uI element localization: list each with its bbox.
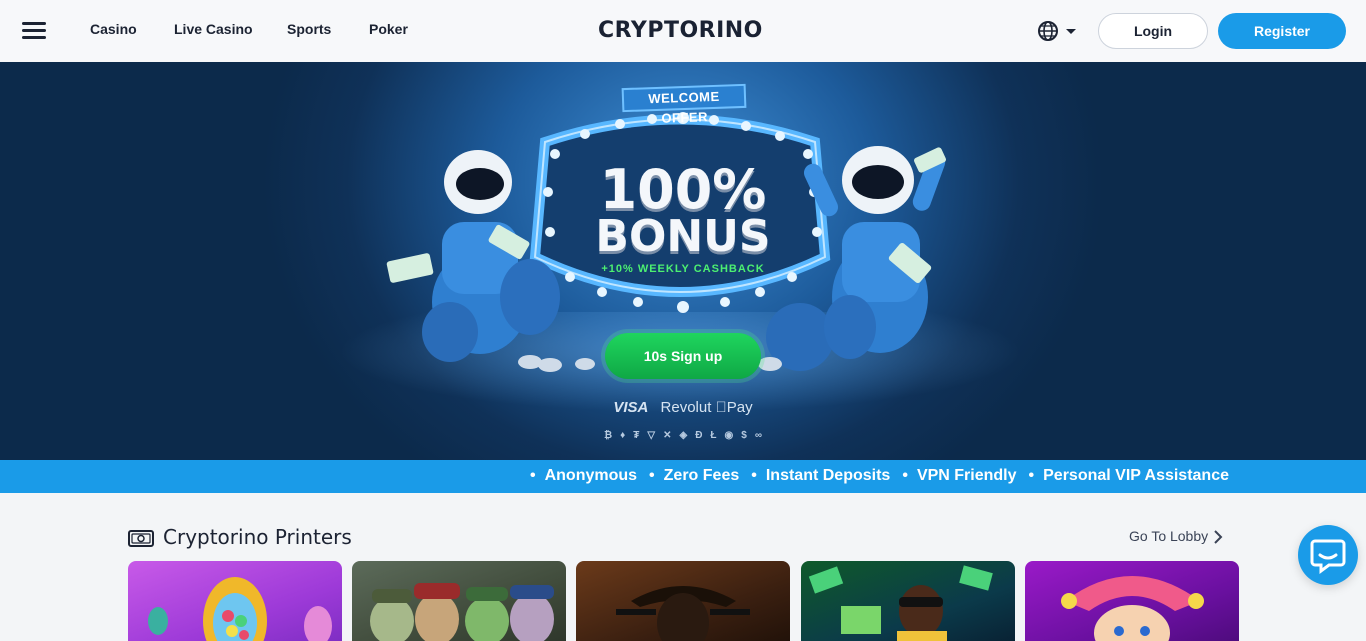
game-thumbnail-egg <box>148 577 332 641</box>
globe-icon <box>1038 21 1076 41</box>
chevron-right-icon[interactable] <box>1212 530 1224 544</box>
dogecoin-icon: Ð <box>695 430 703 441</box>
login-button[interactable]: Login <box>1098 13 1208 49</box>
litecoin-icon: Ł <box>710 430 717 441</box>
go-to-lobby-link[interactable]: Go To Lobby <box>1129 528 1208 544</box>
feature-vpn-friendly: VPN Friendly <box>902 467 1017 485</box>
nav-poker[interactable]: Poker <box>369 21 408 37</box>
game-card-4[interactable] <box>801 561 1015 641</box>
bitcoin-icon: ₿ <box>604 430 613 441</box>
shiba-icon: ◉ <box>724 430 734 441</box>
top-header: Casino Live Casino Sports Poker CRYPTORI… <box>0 0 1366 62</box>
live-chat-button[interactable] <box>1298 525 1358 585</box>
usdc-icon: $ <box>741 430 747 441</box>
game-card-3[interactable] <box>576 561 790 641</box>
tether-icon: ₮ <box>633 430 640 441</box>
bnb-icon: ◈ <box>679 430 688 441</box>
language-selector[interactable] <box>1036 19 1078 43</box>
game-thumbnail-cowboy <box>616 586 750 641</box>
apple-icon:  <box>716 399 727 416</box>
game-card-1[interactable] <box>128 561 342 641</box>
game-thumbnail-jester <box>1061 576 1204 641</box>
feature-zero-fees: Zero Fees <box>649 467 740 485</box>
nav-sports[interactable]: Sports <box>287 21 331 37</box>
welcome-offer-ribbon: WELCOME OFFER <box>621 83 747 126</box>
apple-pay-label: Pay <box>721 399 753 416</box>
signup-button[interactable]: 10s Sign up <box>605 333 761 379</box>
game-card-2[interactable] <box>352 561 566 641</box>
feature-vip-assistance: Personal VIP Assistance <box>1029 467 1229 485</box>
feature-instant-deposits: Instant Deposits <box>751 467 890 485</box>
bonus-word: BONUS <box>595 211 771 262</box>
ripple-icon: ✕ <box>663 430 672 441</box>
visa-label: VISA <box>613 399 649 416</box>
features-strip: Anonymous Zero Fees Instant Deposits VPN… <box>0 460 1366 493</box>
money-icon <box>128 530 154 547</box>
feature-anonymous: Anonymous <box>530 467 637 485</box>
bonus-percent: 100% <box>599 158 767 221</box>
tron-icon: ▽ <box>647 430 656 441</box>
site-logo[interactable]: CRYPTORINO <box>598 18 763 43</box>
bonus-subtitle: +10% WEEKLY CASHBACK <box>601 263 765 275</box>
revolut-label: Revolut <box>660 399 712 416</box>
game-thumbnail-money <box>808 565 993 641</box>
nav-live-casino[interactable]: Live Casino <box>174 21 253 37</box>
crypto-icons-row: ₿ ♦ ₮ ▽ ✕ ◈ Ð Ł ◉ $ ∞ <box>570 430 796 441</box>
register-button[interactable]: Register <box>1218 13 1346 49</box>
menu-icon[interactable] <box>22 20 48 40</box>
chat-icon <box>1310 539 1346 574</box>
hero-banner[interactable]: WELCOME OFFER 100% BONUS +10% WEEKLY CAS… <box>0 62 1366 460</box>
nav-casino[interactable]: Casino <box>90 21 137 37</box>
game-thumbnail-soldiers <box>370 583 554 641</box>
ethereum-icon: ♦ <box>620 430 626 441</box>
payment-methods: VISA Revolut Pay <box>560 399 806 416</box>
section-title: Cryptorino Printers <box>163 525 352 549</box>
chainlink-icon: ∞ <box>754 430 762 441</box>
game-card-5[interactable] <box>1025 561 1239 641</box>
